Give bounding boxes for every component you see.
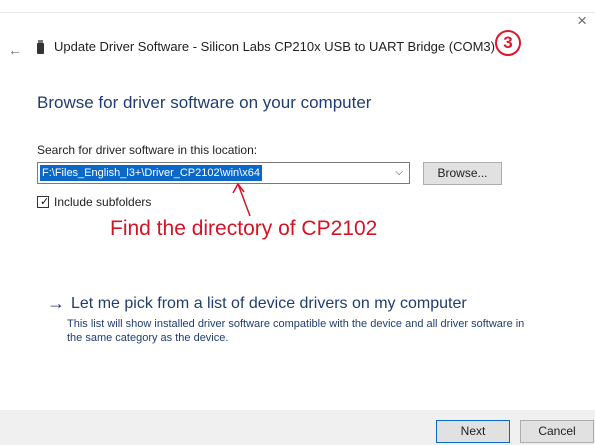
pick-from-list-link[interactable]: → Let me pick from a list of device driv… <box>47 293 467 314</box>
pick-from-list-title[interactable]: Let me pick from a list of device driver… <box>71 295 467 313</box>
next-button[interactable]: Next <box>436 420 510 443</box>
cancel-button[interactable]: Cancel <box>520 420 594 443</box>
arrow-right-icon: → <box>47 293 65 313</box>
annotation-text: Find the directory of CP2102 <box>110 217 378 240</box>
pick-from-list-description: This list will show installed driver sof… <box>67 318 525 344</box>
